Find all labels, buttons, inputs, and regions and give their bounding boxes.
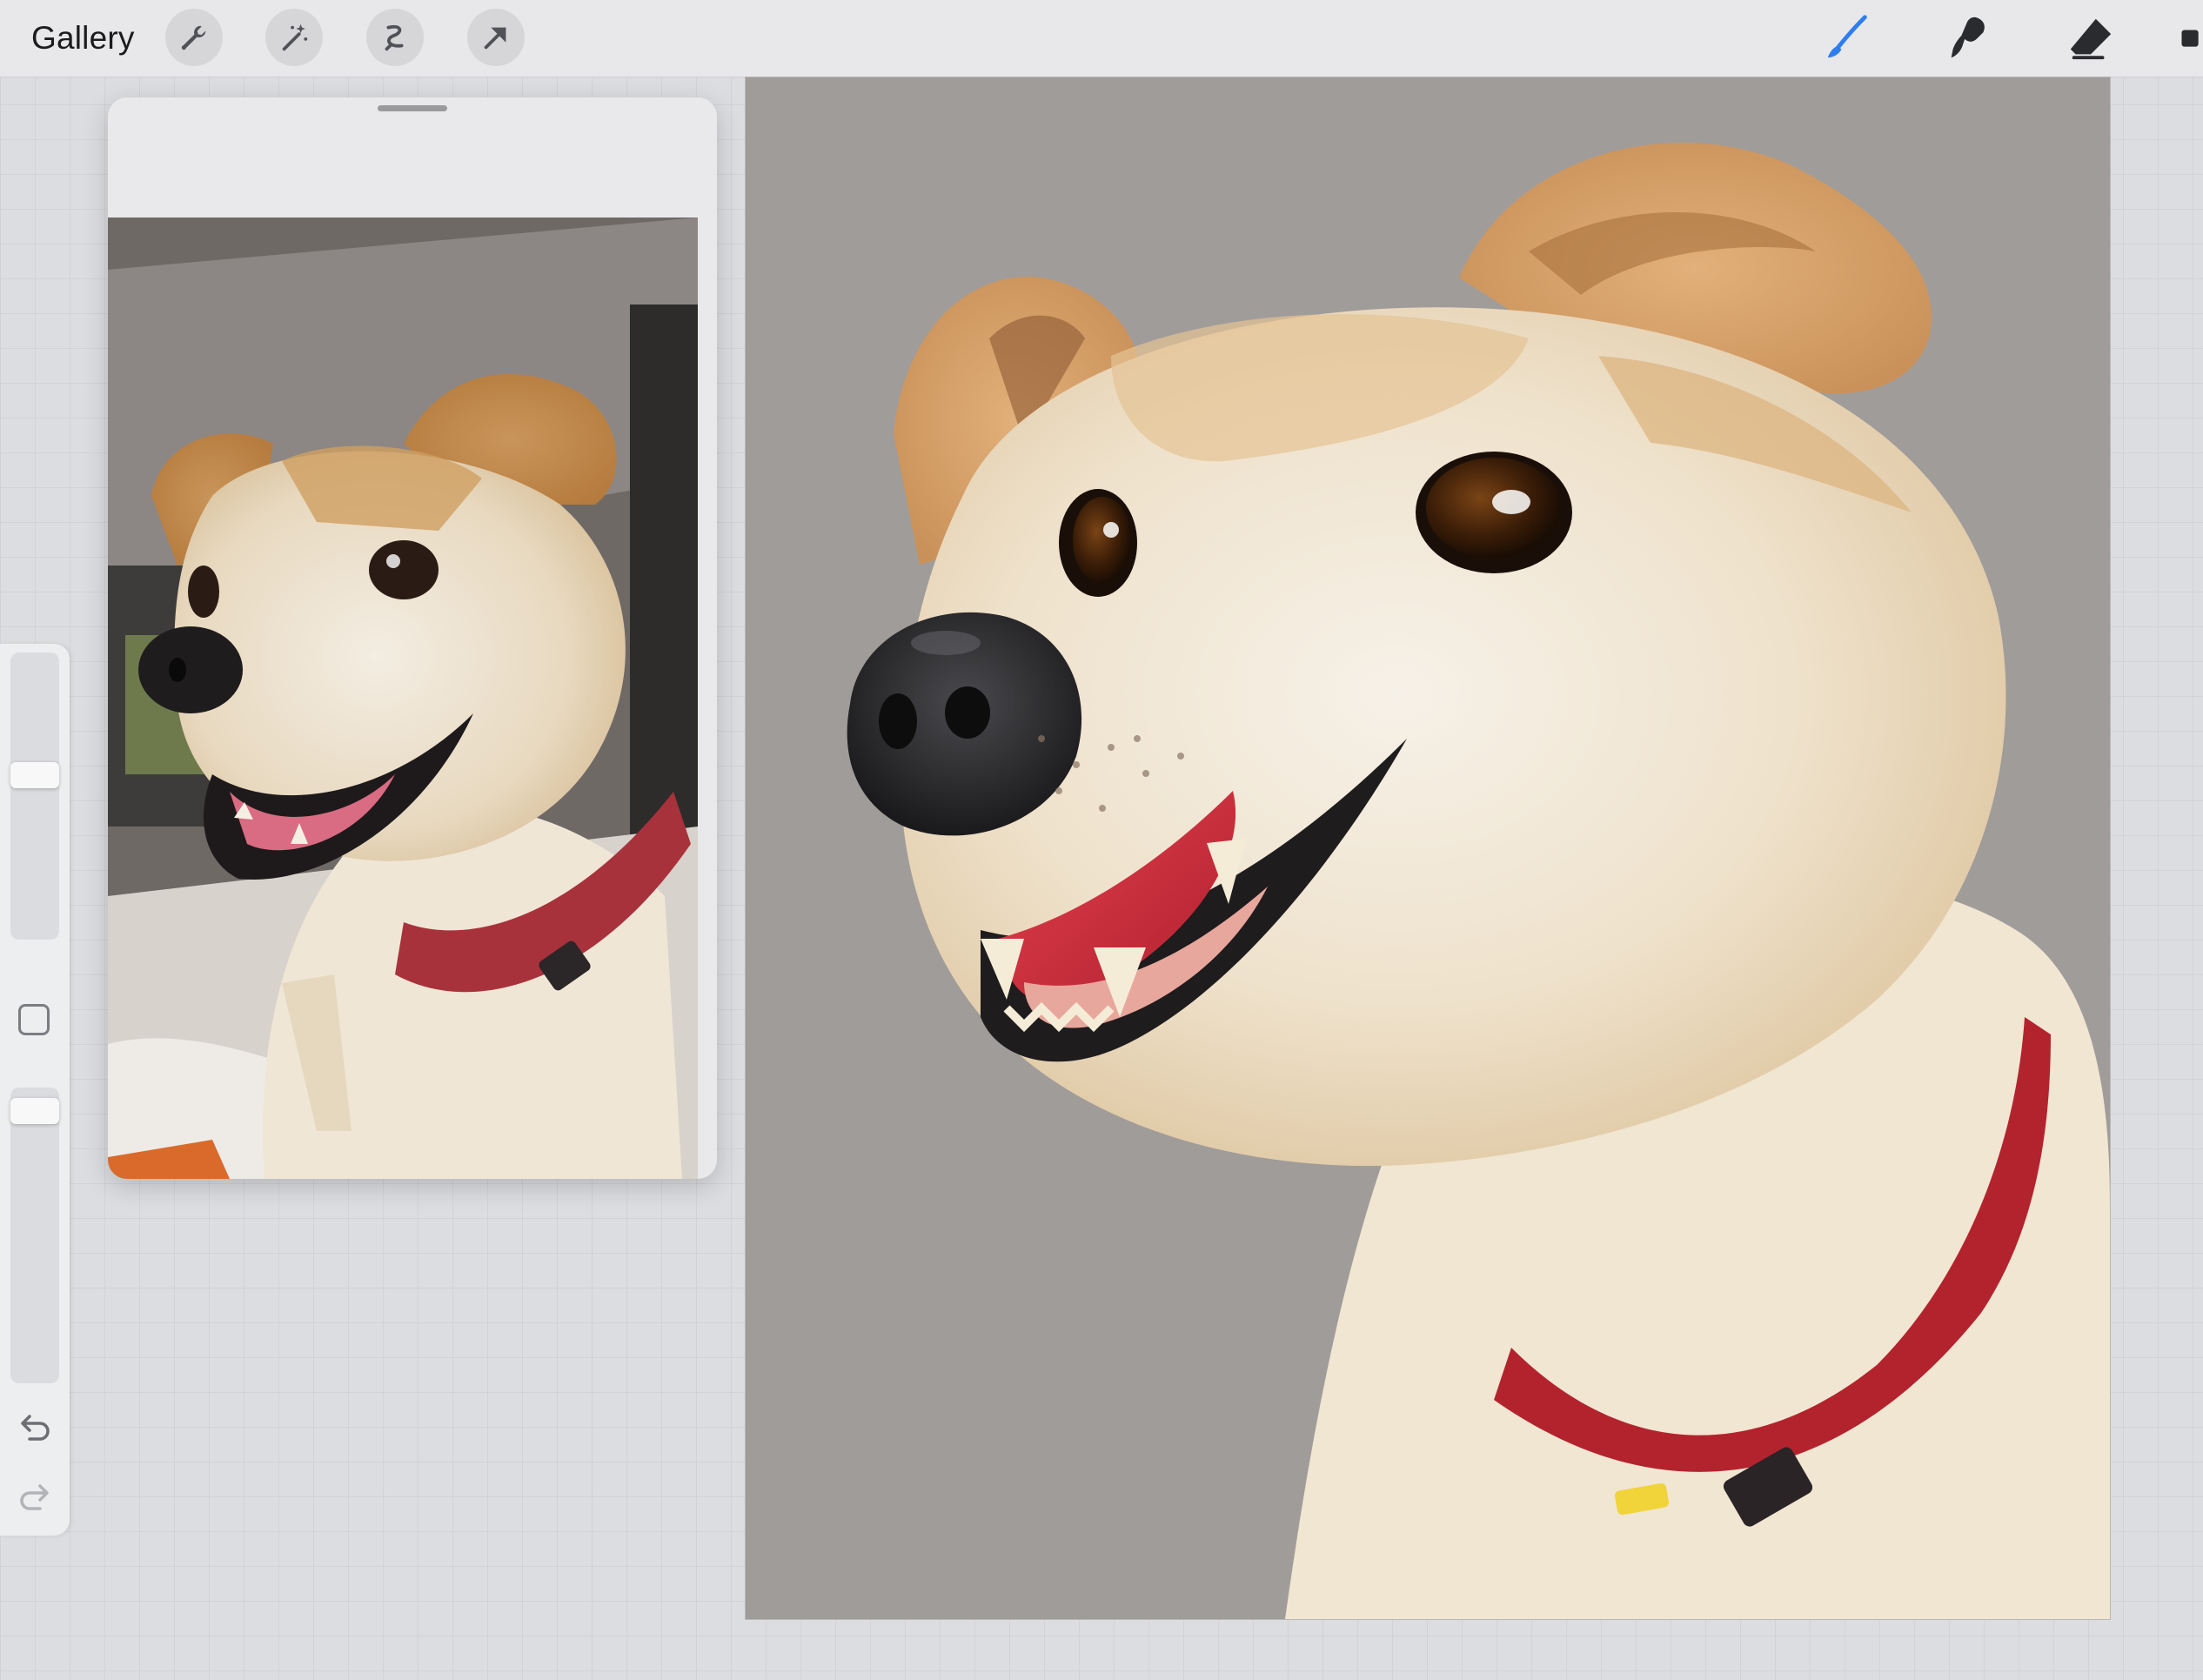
transform-button[interactable] bbox=[467, 9, 525, 66]
brush-size-slider[interactable] bbox=[10, 653, 59, 940]
smudge-icon bbox=[1951, 17, 1985, 58]
eraser-icon bbox=[2070, 18, 2112, 60]
reference-window[interactable] bbox=[108, 97, 717, 1179]
eraser-button[interactable] bbox=[2064, 10, 2118, 64]
dog-painting-image bbox=[746, 77, 2110, 1619]
magic-wand-icon bbox=[282, 23, 308, 51]
gallery-button[interactable]: Gallery bbox=[31, 17, 135, 59]
reference-drag-handle[interactable] bbox=[378, 105, 447, 111]
smudge-button[interactable] bbox=[1941, 10, 1995, 64]
brush-size-thumb[interactable] bbox=[10, 762, 59, 788]
actions-button[interactable] bbox=[165, 9, 223, 66]
top-toolbar: Gallery bbox=[0, 0, 2203, 77]
layers-button[interactable] bbox=[2175, 10, 2203, 64]
selection-button[interactable] bbox=[366, 9, 424, 66]
selection-icon bbox=[385, 24, 404, 51]
reference-photo bbox=[108, 218, 698, 1179]
dog-photo-image bbox=[108, 218, 698, 1179]
opacity-thumb[interactable] bbox=[10, 1098, 59, 1124]
modify-square-icon[interactable] bbox=[18, 1004, 50, 1035]
drawing-canvas[interactable] bbox=[745, 77, 2111, 1620]
opacity-slider[interactable] bbox=[10, 1088, 59, 1383]
undo-icon[interactable] bbox=[14, 1408, 56, 1449]
brush-icon bbox=[1827, 15, 1867, 58]
brush-button[interactable] bbox=[1821, 10, 1875, 64]
left-sidebar bbox=[0, 644, 70, 1536]
transform-arrow-icon bbox=[484, 27, 506, 50]
adjustments-button[interactable] bbox=[265, 9, 323, 66]
layers-icon bbox=[2181, 30, 2199, 47]
wrench-icon bbox=[181, 25, 206, 50]
redo-icon[interactable] bbox=[14, 1477, 56, 1519]
